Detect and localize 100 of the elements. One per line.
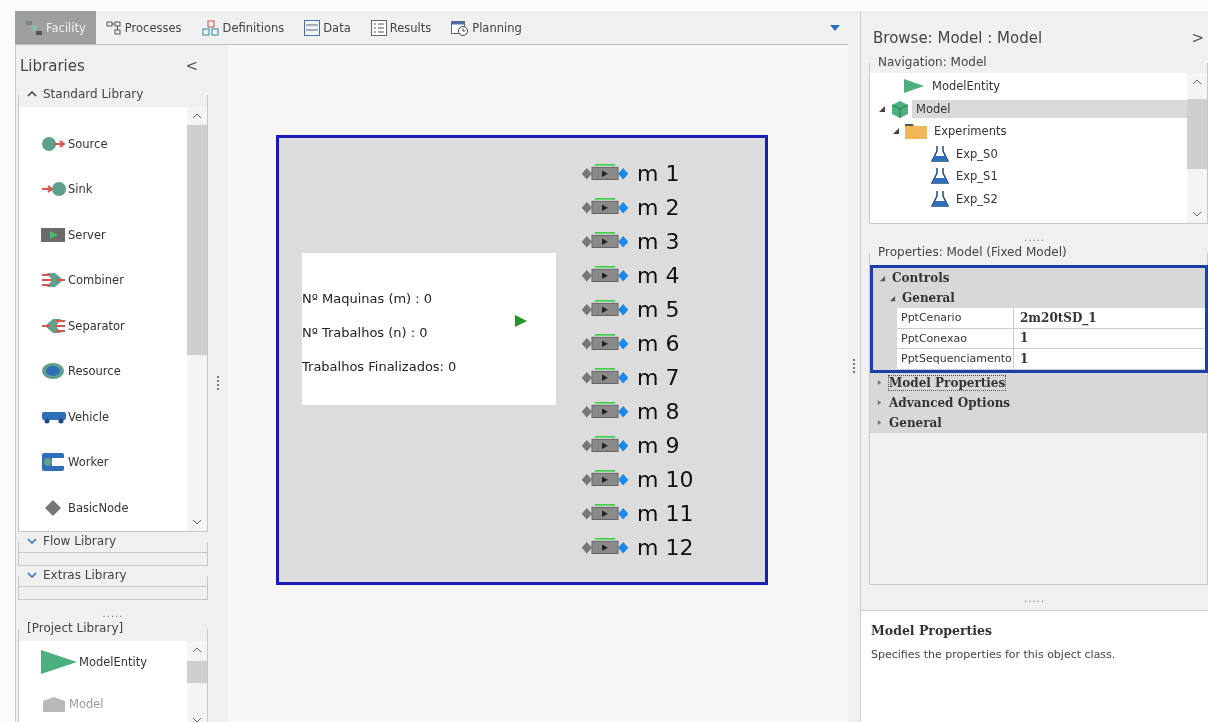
property-value[interactable]: 2m20tSD_1 [1014,308,1205,329]
property-name: PptSequenciamento [897,349,1014,370]
group-title[interactable]: Standard Library [43,87,144,101]
category-label[interactable]: General [889,415,942,430]
library-item[interactable]: Worker [19,439,187,485]
counter-label: Nº Trabalhos (n) : 0 [302,324,429,340]
expand-button[interactable]: > [1187,29,1208,47]
splitter-handle[interactable]: ..... [1024,593,1045,604]
splitter-handle[interactable]: ..... [1024,232,1045,243]
expand-arrow-icon[interactable] [879,274,886,282]
category-label[interactable]: Controls [892,271,950,285]
scroll-down-icon[interactable] [1192,211,1202,217]
property-value[interactable]: 1 [1014,328,1205,349]
machine-label: m 12 [637,534,694,560]
scroll-up-icon[interactable] [192,113,202,119]
machine-label: m 2 [637,194,680,220]
squares-icon [201,19,220,36]
library-item[interactable]: ModelEntity [19,640,187,683]
cube-icon [891,99,909,118]
server-drawing[interactable] [581,538,629,556]
folder-icon [905,123,927,140]
server-drawing[interactable] [581,266,629,284]
arrow-circle-icon [41,181,67,198]
tree-item[interactable]: Exp_S1 [952,167,1002,186]
machine-label: m 10 [637,466,694,492]
flask-icon [931,167,949,186]
circle-arrow-icon [41,135,67,152]
server-drawing[interactable] [581,402,629,420]
library-item[interactable]: Vehicle [19,394,187,440]
splitter-handle[interactable]: ..... [102,607,124,619]
counter-label: Trabalhos Finalizados: 0 [302,358,457,374]
group-title: Properties: Model (Fixed Model) [878,245,1067,259]
panel-title: Libraries [20,57,85,75]
tree-item[interactable]: Exp_S0 [952,144,1002,163]
tab[interactable]: Data [294,11,361,44]
machine-label: m 7 [637,364,680,390]
machine-label: m 3 [637,228,680,254]
chevron-icon[interactable] [27,91,37,97]
chevron-icon[interactable] [27,571,37,578]
merge-arrows-icon [41,271,67,290]
category-label[interactable]: General [902,291,955,305]
tree-item[interactable]: Model [912,99,1187,118]
property-value[interactable]: 1 [1014,349,1205,370]
scroll-down-icon[interactable] [192,518,202,525]
status-panel[interactable]: Nº Maquinas (m) : 0 Nº Trabalhos (n) : 0 Trabalhos Finalizados: 0 [302,253,556,405]
server-drawing[interactable] [581,334,629,352]
machine-label: m 8 [637,398,680,424]
scrollbar[interactable] [187,107,207,531]
scroll-up-icon[interactable] [1192,79,1202,85]
ring-icon [41,362,67,381]
collapse-button[interactable]: < [181,57,202,75]
model-frame[interactable]: Nº Maquinas (m) : 0 Nº Trabalhos (n) : 0 Trabalhos Finalizados: 0 m 1 m 2 m 3 m 4 m 5 m 6 m 7 m 8 m 9 m 10 m 11 m 12 [276,135,768,585]
server-drawing[interactable] [581,164,629,182]
group-title: Navigation: Model [878,55,987,69]
tab[interactable]: Results [360,11,442,44]
machine-label: m 6 [637,330,680,356]
flask-icon [931,189,949,208]
server-drawing[interactable] [581,232,629,250]
play-box-icon [41,226,67,243]
machine-label: m 1 [637,160,680,186]
tree-item[interactable]: ModelEntity [928,77,1005,96]
tab[interactable]: Planning [441,11,532,44]
server-drawing[interactable] [581,300,629,318]
description-title: Model Properties [871,623,994,638]
chevron-icon[interactable] [27,537,37,544]
splitter-handle[interactable] [217,375,219,392]
server-drawing[interactable] [581,368,629,386]
server-drawing[interactable] [581,436,629,454]
library-item[interactable]: Sink [19,166,187,212]
flask-icon [931,144,949,163]
server-drawing[interactable] [581,198,629,216]
machine-label: m 11 [637,500,694,526]
dropdown-icon[interactable] [830,24,840,31]
library-item[interactable]: Combiner [19,257,187,303]
library-item[interactable]: Resource [19,348,187,394]
triangle-icon [39,647,79,676]
calendar-clock-icon [451,19,470,36]
library-item[interactable]: BasicNode [19,485,187,531]
tab[interactable]: Definitions [191,11,295,44]
table-icon [304,19,321,36]
library-item[interactable]: Server [19,212,187,258]
scrollbar[interactable] [1187,73,1207,223]
group-title[interactable]: Extras Library [43,567,127,582]
group-title[interactable]: Flow Library [43,533,117,548]
property-name: PptCenario [897,308,1014,329]
description-text: Specifies the properties for this object class. [871,648,1117,661]
tab[interactable]: Processes [95,11,192,44]
tree-item[interactable]: Exp_S2 [952,189,1002,208]
scroll-up-icon[interactable] [192,646,202,653]
server-drawing[interactable] [581,504,629,522]
library-item[interactable]: Source [19,121,187,167]
machine-label: m 9 [637,432,680,458]
tree-item[interactable]: Experiments [930,122,1011,141]
scroll-down-icon[interactable] [192,716,202,722]
expand-arrow-icon[interactable] [889,294,896,302]
library-item[interactable]: Separator [19,303,187,349]
flowchart-icon [105,20,122,35]
scrollbar[interactable] [187,640,207,722]
server-drawing[interactable] [581,470,629,488]
splitter-handle[interactable] [853,358,855,375]
